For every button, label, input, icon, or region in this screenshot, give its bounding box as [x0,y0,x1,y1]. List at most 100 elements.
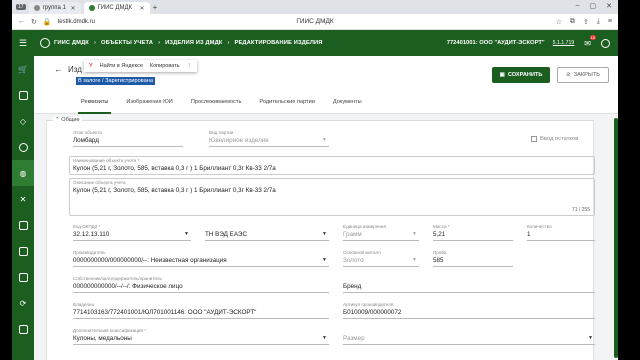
report-icon [18,246,28,256]
circle-icon [18,142,28,152]
hamburger-menu-icon[interactable]: ☰ [12,38,34,49]
assay-select[interactable]: Проба 585 [433,250,513,267]
back-arrow-icon[interactable]: ← [54,64,63,74]
scrollbar[interactable] [614,118,618,358]
tab-images[interactable]: Изображения ЮИ [117,90,181,113]
stage-value: Ломбард [73,137,99,144]
copy-button[interactable]: Копировать [150,63,180,69]
tools-icon: ✕ [19,194,27,204]
close-window-icon[interactable]: ✕ [606,2,612,10]
brand-input[interactable]: Бренд [343,276,595,293]
description-counter: 71 / 255 [571,207,590,213]
sidebar-item-reports[interactable] [12,238,34,264]
mass-input[interactable]: Масса * 5,21 [433,224,513,241]
sidebar-item-jewelry[interactable]: ◍ [12,160,34,186]
breadcrumb-objects[interactable]: ОБЪЕКТЫ УЧЕТА [101,40,153,46]
producer-value: 0000000000/000000000/--: Неизвестная орг… [73,257,227,264]
producer-select[interactable]: Производитель 0000000000/000000000/--: Н… [73,250,329,267]
save-button[interactable]: ▣ СОХРАНИТЬ [492,67,550,83]
dropdown-caret-icon: ▼ [322,137,327,143]
share-icon[interactable]: ⇪ [583,18,589,26]
field-underline [73,240,191,241]
extensions-icon[interactable]: ⧉ [570,18,575,26]
close-button[interactable]: ⊘ ЗАКРЫТЬ [557,67,609,83]
browser-tab-group[interactable]: группа 1 ✕ [28,2,81,14]
field-underline [73,318,329,319]
window-controls: – ▢ ✕ [576,2,612,10]
version-link[interactable]: 5.1.1.719 [553,40,575,46]
tnved-select[interactable]: ТН ВЭД ЕАЭС ▼ [205,224,329,241]
sidebar-item-tools[interactable]: ✕ [12,186,34,212]
url-field[interactable]: testlk.dmdk.ru [58,19,95,25]
field-underline [343,240,419,241]
article-input[interactable]: Артикул производителя Б010009/000000072 [343,302,595,319]
field-underline [73,344,329,345]
field-underline [73,146,183,147]
minimize-icon[interactable]: – [576,2,580,10]
reload-icon[interactable]: ↻ [31,18,37,26]
section-title: Общие [61,117,80,123]
browser-tab-active[interactable]: ГИИС ДМДК ✕ [83,2,150,14]
find-in-yandex-button[interactable]: Найти в Яндексе [100,63,143,69]
user-avatar-icon[interactable] [601,38,610,48]
more-options-icon[interactable]: ⋮ [187,63,193,69]
sidebar-item-archive[interactable] [12,316,34,342]
tab-requisites[interactable]: Реквизиты [72,90,117,114]
field-underline [433,240,513,241]
sidebar-item-gems[interactable]: ◇ [12,108,34,134]
field-underline [343,292,595,293]
name-value: Кулон (5,21 г, Золото, 585, вставка 0,3 … [73,165,276,172]
page-title: Изд [68,65,82,74]
name-input[interactable]: Наименование объекта учета * Кулон (5,21… [69,156,595,175]
tab-group-count[interactable]: 17 [16,4,26,10]
organization-label[interactable]: 772401001: ООО "АУДИТ-ЭСКОРТ" [447,40,545,46]
mail-badge: 10 [589,34,596,40]
tab-traceability[interactable]: Прослеживаемость [182,90,251,113]
download-icon[interactable]: ⤓ [597,18,600,26]
close-tab-icon[interactable]: ✕ [140,5,145,12]
checkbox-square[interactable] [531,136,537,142]
lock-icon: 🔒 [42,18,52,26]
mail-icon[interactable]: ✉ 10 [584,34,596,48]
new-tab-button[interactable]: + [153,3,158,12]
description-textarea[interactable]: Описание объекта учета Кулон (5,21 г, Зо… [69,178,595,216]
stage-field[interactable]: Этап объекта Ломбард [73,130,183,147]
mass-label: Масса * [433,224,450,229]
sidebar-item-circle[interactable] [12,134,34,160]
quantity-value: 1 [527,231,531,238]
size-select[interactable]: Размер ▼ [343,328,595,345]
close-tab-icon[interactable]: ✕ [71,5,76,12]
maximize-icon[interactable]: ▢ [590,2,597,10]
classification-select[interactable]: Дополнительная классификация * Кулоны, м… [73,328,329,345]
field-underline [343,344,595,345]
tab-documents[interactable]: Документы [324,90,371,113]
field-underline [73,292,329,293]
input-balance-checkbox[interactable]: Ввод остатков [531,136,578,142]
section-header[interactable]: ⌃ Общие [53,117,82,123]
browser-menu-icon[interactable]: ≡ [608,18,612,26]
unit-select: Единица измерения Грамм ▼ [343,224,419,241]
back-nav-icon[interactable]: ← [18,18,25,25]
sidebar-item-cart[interactable]: 🛒 [12,56,34,82]
breadcrumb-items[interactable]: ИЗДЕЛИЯ ИЗ ДМДК [165,40,222,46]
sidebar-item-storage[interactable] [12,82,34,108]
breadcrumb-separator: › [93,40,96,46]
sidebar-item-sync[interactable]: ⟳ [12,290,34,316]
tab-label: группа 1 [42,5,66,11]
app-header: ☰ ГИИС ДМДК › ОБЪЕКТЫ УЧЕТА › ИЗДЕЛИЯ ИЗ… [12,30,618,56]
classification-value: Кулоны, медальоны [73,335,132,342]
breadcrumb-separator: › [158,40,161,46]
status-selected-text[interactable]: В залоге / Зарегистрирована [76,77,156,85]
sidebar-item-docs[interactable] [12,212,34,238]
dropdown-caret-icon: ▼ [322,231,327,237]
quantity-input[interactable]: Количество 1 [527,224,595,241]
sidebar-item-list[interactable] [12,264,34,290]
browser-page-title: ГИИС ДМДК [296,18,334,25]
okpd2-select[interactable]: Код ОКПД2 * 32.12.13.110 ▼ [73,224,191,241]
tab-parent-batches[interactable]: Родительские партии [250,90,323,113]
breadcrumb-home[interactable]: ГИИС ДМДК [54,40,89,46]
bookmark-icon[interactable]: ☆ [556,18,562,26]
sidebar: 🛒 ◇ ◍ ✕ ⟳ [12,56,34,360]
save-button-label: СОХРАНИТЬ [507,72,543,78]
mass-value: 5,21 [433,231,446,238]
